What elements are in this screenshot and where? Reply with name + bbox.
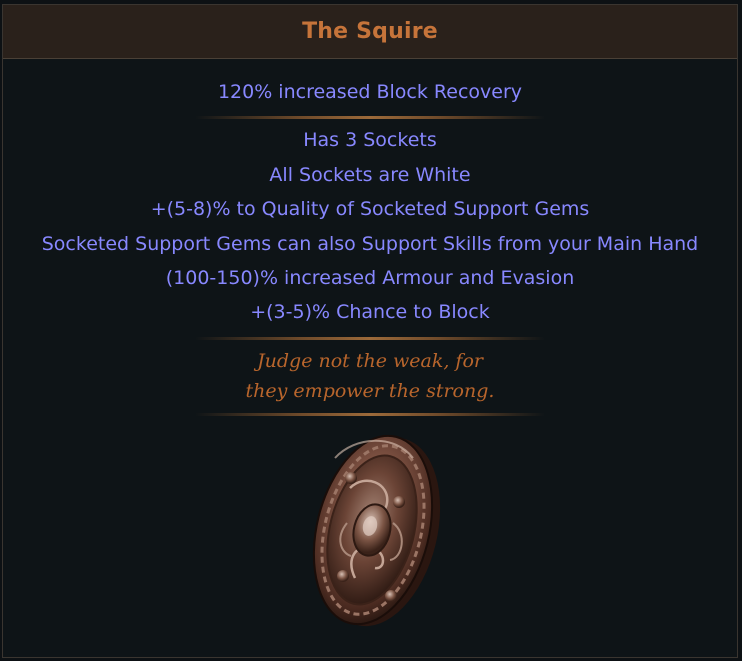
explicit-mod-armour-evasion: (100-150)% increased Armour and Evasion: [165, 267, 575, 290]
separator: [195, 412, 545, 416]
flavour-line: Judge not the weak, for: [257, 349, 483, 372]
explicit-mod-gem-quality: +(5-8)% to Quality of Socketed Support G…: [150, 198, 590, 221]
item-body: 120% increased Block Recovery Has 3 Sock…: [3, 59, 737, 633]
implicit-section: 120% increased Block Recovery: [3, 59, 737, 109]
item-header: The Squire: [3, 5, 737, 59]
explicit-mod-sockets: Has 3 Sockets: [303, 129, 437, 152]
separator: [195, 336, 545, 340]
implicit-mod: 120% increased Block Recovery: [217, 81, 523, 103]
flavour-line: they empower the strong.: [245, 379, 495, 402]
item-image: [3, 428, 737, 633]
flavour-text: Judge not the weak, for they empower the…: [3, 344, 737, 406]
explicit-mod-support-main-hand: Socketed Support Gems can also Support S…: [41, 232, 699, 255]
separator: [195, 116, 545, 120]
explicit-mod-socket-colour: All Sockets are White: [269, 163, 471, 186]
explicit-section: Has 3 Sockets All Sockets are White +(5-…: [3, 123, 737, 329]
item-tooltip: The Squire 120% increased Block Recovery…: [2, 4, 738, 658]
explicit-mod-block-chance: +(3-5)% Chance to Block: [250, 301, 490, 324]
round-shield-icon: [312, 434, 441, 626]
item-name: The Squire: [302, 19, 438, 44]
